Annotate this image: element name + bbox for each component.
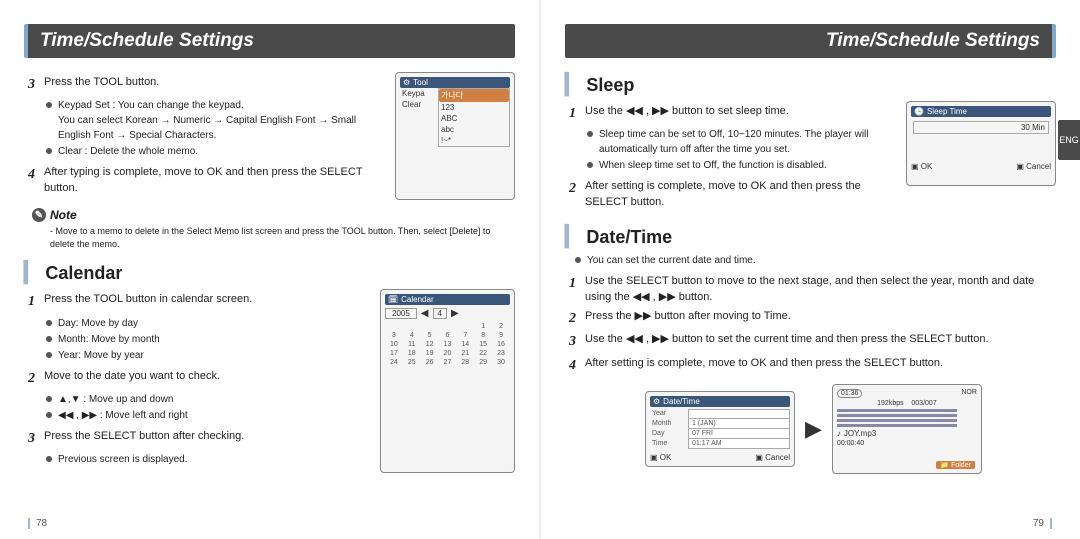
note-icon: ✎ xyxy=(32,208,46,222)
gear-icon: ⚙ xyxy=(403,78,410,87)
sleep-step2: After setting is complete, move to OK an… xyxy=(585,179,896,211)
page-number-right: 79 xyxy=(1033,518,1052,529)
sleep-heading: ▎Sleep xyxy=(565,72,1056,97)
arrow-right-icon: ▶ xyxy=(805,416,822,442)
datetime-step1: Use the SELECT button to move to the nex… xyxy=(585,274,1056,306)
chevron-right-icon: ▶ xyxy=(451,308,459,319)
header-bar-left: Time/Schedule Settings xyxy=(24,24,515,58)
keypad-set-desc: Keypad Set : You can change the keypad. … xyxy=(58,98,385,143)
header-title-right: Time/Schedule Settings xyxy=(826,30,1040,52)
step-3: 3 Press the TOOL button. xyxy=(28,75,385,95)
clear-desc: Clear : Delete the whole memo. xyxy=(58,144,198,159)
datetime-intro: You can set the current date and time. xyxy=(587,253,756,268)
folder-icon: 📁 xyxy=(940,462,949,469)
datetime-heading: ▎Date/Time xyxy=(565,224,1056,249)
sleep-step1: Use the ◀◀ , ▶▶ button to set sleep time… xyxy=(585,104,896,120)
tool-widget: ⚙Tool Keypa Clear 가나다 123 ABC abc !~* xyxy=(395,72,515,200)
page-number-left: 78 xyxy=(28,518,47,529)
calendar-heading: ▎Calendar xyxy=(24,260,515,285)
gear-icon: ⚙ xyxy=(653,397,660,406)
step-4: 4 After typing is complete, move to OK a… xyxy=(28,165,385,197)
datetime-step3: Use the ◀◀ , ▶▶ button to set the curren… xyxy=(585,332,1056,348)
chevron-left-icon: ◀ xyxy=(421,308,429,319)
clock-icon: 🕒 xyxy=(914,107,924,116)
note-heading: ✎ Note xyxy=(32,208,515,222)
sleep-time-widget: 🕒Sleep Time 30 Min ▣ OK ▣ Cancel xyxy=(906,101,1056,186)
note-body: - Move to a memo to delete in the Select… xyxy=(50,225,515,250)
player-widget: 01:36 NOR 192kbps 003/007 ♪ JOY.mp3 00:0… xyxy=(832,384,982,474)
calendar-step1: Press the TOOL button in calendar screen… xyxy=(44,292,370,308)
music-note-icon: ♪ xyxy=(837,429,841,438)
datetime-step4: After setting is complete, move to OK an… xyxy=(585,356,1056,372)
datetime-widget: ⚙Date/Time Year Month1 (JAN) Day07 FRI T… xyxy=(645,391,795,467)
header-bar-right: Time/Schedule Settings xyxy=(565,24,1056,58)
datetime-step2: Press the ▶▶ button after moving to Time… xyxy=(585,309,1056,325)
calendar-icon: 🗓 xyxy=(388,295,398,304)
calendar-grid: 12 3456789 10111213141516 17181920212223… xyxy=(385,322,510,367)
calendar-widget: 🗓Calendar 2005 ◀ 4 ▶ 12 3456789 10111213… xyxy=(380,289,515,473)
header-title-left: Time/Schedule Settings xyxy=(40,30,254,52)
calendar-step3: Press the SELECT button after checking. xyxy=(44,429,370,445)
language-tab: ENG xyxy=(1058,120,1080,160)
calendar-step2: Move to the date you want to check. xyxy=(44,369,370,385)
